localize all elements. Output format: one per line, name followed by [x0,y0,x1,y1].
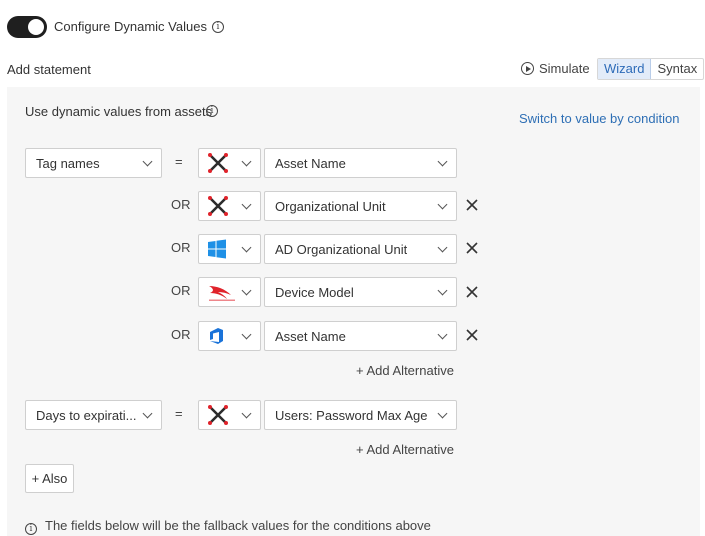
tab-wizard[interactable]: Wizard [598,59,652,79]
windows-icon [208,239,226,259]
cross-x-icon [208,196,228,216]
value-select-text: Users: Password Max Age [275,407,428,423]
info-icon: i [25,523,37,535]
cross-x-icon [208,405,228,425]
chevron-down-icon [437,408,448,418]
source-select[interactable] [198,191,261,221]
chevron-down-icon [241,285,252,295]
operator-label: = [175,406,183,421]
remove-alternative-close-icon[interactable] [466,329,478,341]
field-select-value: Days to expirati... [36,407,137,423]
fallback-note: i The fields below will be the fallback v… [25,518,431,535]
play-circle-icon [521,62,534,75]
value-select[interactable]: Asset Name [264,321,457,351]
source-select[interactable] [198,277,261,307]
simulate-label: Simulate [539,61,590,76]
simulate-button[interactable]: Simulate [521,61,590,76]
cross-x-icon [208,153,228,173]
value-select[interactable]: Users: Password Max Age [264,400,457,430]
remove-alternative-close-icon[interactable] [466,242,478,254]
value-select-text: Asset Name [275,155,346,171]
chevron-down-icon [241,408,252,418]
configure-dynamic-values-toggle[interactable] [7,16,47,38]
chevron-down-icon [437,329,448,339]
chevron-down-icon [241,329,252,339]
info-icon[interactable]: i [206,105,218,117]
source-select[interactable] [198,234,261,264]
field-select-value: Tag names [36,155,100,171]
toggle-knob [28,19,44,35]
value-select[interactable]: Device Model [264,277,457,307]
value-select[interactable]: Organizational Unit [264,191,457,221]
value-select-text: AD Organizational Unit [275,241,408,257]
remove-alternative-close-icon[interactable] [466,286,478,298]
chevron-down-icon [241,199,252,209]
value-select[interactable]: Asset Name [264,148,457,178]
chevron-down-icon [241,156,252,166]
azure-devops-icon [210,328,223,344]
field-select[interactable]: Days to expirati... [25,400,162,430]
source-select[interactable] [198,148,261,178]
fallback-note-text: The fields below will be the fallback va… [45,518,431,533]
tab-syntax[interactable]: Syntax [651,59,703,79]
or-connector: OR [171,327,191,342]
configure-dynamic-values-label: Configure Dynamic Values [54,19,207,34]
value-select-text: Device Model [275,284,354,300]
switch-to-value-by-condition-link[interactable]: Switch to value by condition [519,111,679,126]
value-select-text: Organizational Unit [275,198,386,214]
source-select[interactable] [198,321,261,351]
chevron-down-icon [437,156,448,166]
chevron-down-icon [142,156,153,166]
or-connector: OR [171,240,191,255]
chevron-down-icon [437,242,448,252]
or-connector: OR [171,197,191,212]
add-alternative-link[interactable]: + Add Alternative [356,363,454,378]
add-statement-label[interactable]: Add statement [7,62,91,77]
value-select-text: Asset Name [275,328,346,344]
info-icon[interactable]: i [212,21,224,33]
add-alternative-link[interactable]: + Add Alternative [356,442,454,457]
field-select[interactable]: Tag names [25,148,162,178]
chevron-down-icon [142,408,153,418]
source-select[interactable] [198,400,261,430]
chevron-down-icon [437,285,448,295]
mode-switch: Wizard Syntax [597,58,705,80]
crowdstrike-icon [209,286,235,301]
also-button[interactable]: + Also [25,464,74,493]
value-select[interactable]: AD Organizational Unit [264,234,457,264]
or-connector: OR [171,283,191,298]
dynamic-values-label: Use dynamic values from assets [25,104,213,119]
operator-label: = [175,154,183,169]
chevron-down-icon [241,242,252,252]
remove-alternative-close-icon[interactable] [466,199,478,211]
chevron-down-icon [437,199,448,209]
